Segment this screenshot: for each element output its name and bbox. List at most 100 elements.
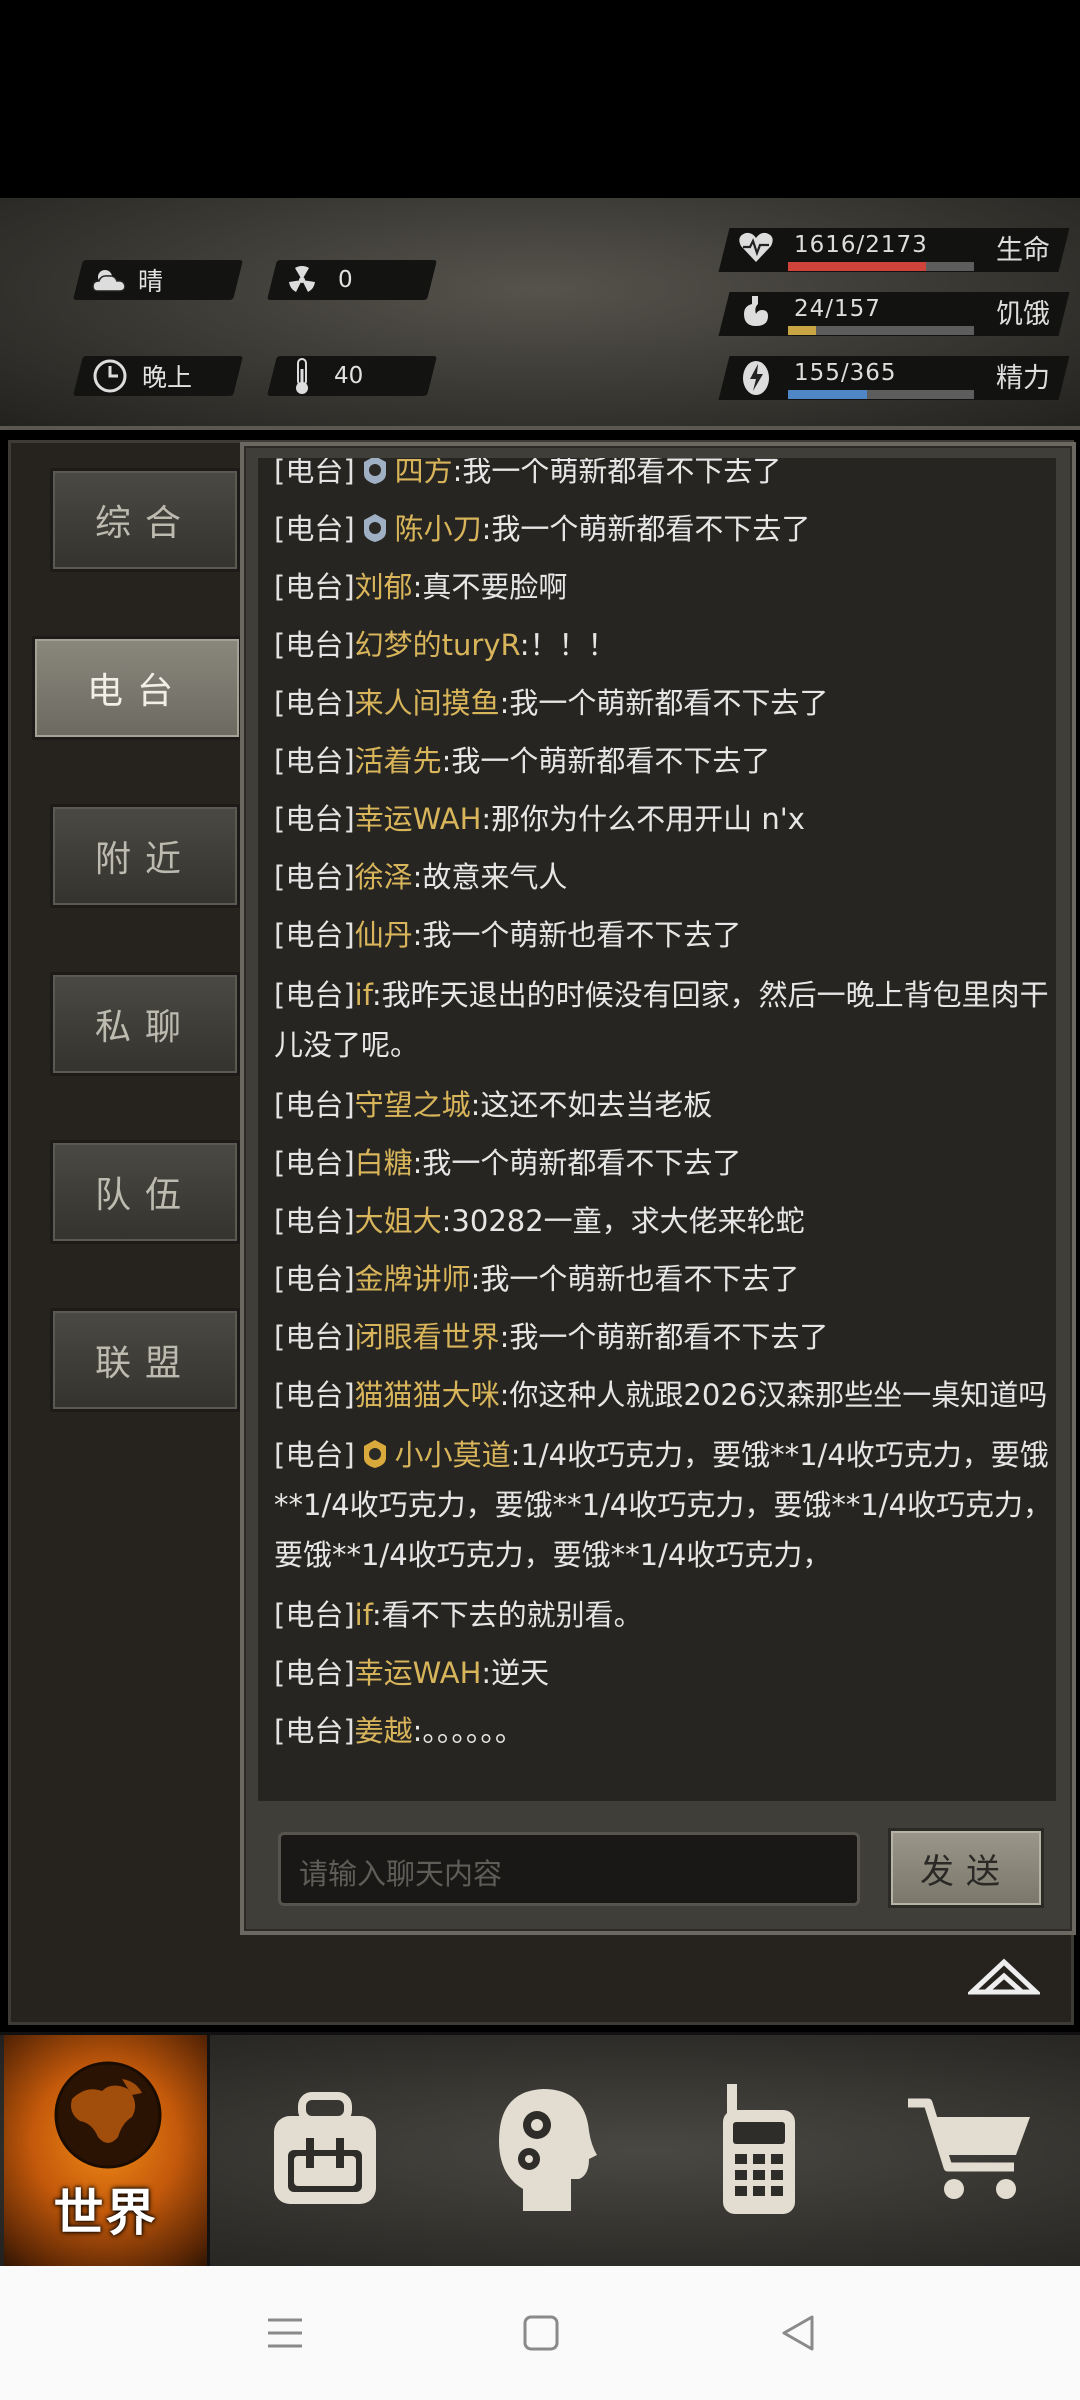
tab-private[interactable]: 私聊 [50, 972, 240, 1076]
message-channel: [电台] [274, 1598, 355, 1632]
nav-backpack[interactable] [220, 2035, 430, 2269]
globe-icon [52, 2059, 164, 2175]
chat-message: [电台]金牌讲师:我一个萌新也看不下去了 [274, 1250, 1054, 1308]
message-sender[interactable]: 幻梦的turyR [355, 628, 520, 662]
message-sender[interactable]: 活着先 [355, 744, 442, 778]
message-channel: [电台] [274, 744, 355, 778]
chat-message: [电台]徐泽:故意来气人 [274, 848, 1054, 906]
energy-fill [788, 390, 868, 399]
tab-nearby[interactable]: 附近 [50, 804, 240, 908]
collapse-up-icon[interactable] [965, 1952, 1043, 2002]
chat-message: [电台]姜越:。。。。。。 [274, 1702, 1054, 1760]
top-black-area [0, 0, 1080, 198]
health-bar: 1616/2173 生命 [718, 228, 1070, 272]
message-sender[interactable]: 来人间摸鱼 [355, 686, 500, 720]
message-sender[interactable]: 姜越 [355, 1714, 413, 1748]
message-text: :逆天 [481, 1656, 550, 1690]
stomach-icon [738, 294, 774, 330]
chat-message: [电台]幸运WAH:那你为什么不用开山 n'x [274, 790, 1054, 848]
message-sender[interactable]: 小小莫道 [395, 1438, 511, 1472]
message-sender[interactable]: if [355, 1598, 372, 1632]
nav-radio[interactable] [654, 2035, 864, 2269]
message-sender[interactable]: 刘郁 [355, 570, 413, 604]
bottom-navigation: 世界 [0, 2032, 1080, 2269]
nav-shop[interactable] [866, 2035, 1076, 2269]
menu-icon[interactable] [262, 2310, 308, 2356]
message-text: :那你为什么不用开山 n'x [481, 802, 805, 836]
message-channel: [电台] [274, 1262, 355, 1296]
send-button[interactable]: 发送 [888, 1828, 1044, 1908]
message-sender[interactable]: 陈小刀 [395, 512, 482, 546]
message-channel: [电台] [274, 686, 355, 720]
walkie-talkie-icon [717, 2082, 801, 2222]
silver-badge-icon [359, 505, 391, 542]
shopping-cart-icon [906, 2095, 1036, 2209]
message-channel: [电台] [274, 1714, 355, 1748]
chat-message: [电台] 陈小刀:我一个萌新都看不下去了 [274, 500, 1054, 558]
message-sender[interactable]: if [355, 978, 372, 1012]
message-channel: [电台] [274, 1204, 355, 1238]
cloud-sun-icon [88, 260, 132, 300]
hunger-bar: 24/157 饥饿 [718, 292, 1070, 336]
message-text: :你这种人就跟2026汉森那些坐一桌知道吗 [499, 1378, 1048, 1412]
health-value: 1616/2173 [794, 232, 928, 258]
message-channel: [电台] [274, 1656, 355, 1690]
tab-radio[interactable]: 电台 [32, 636, 242, 740]
message-sender[interactable]: 幸运WAH [355, 1656, 482, 1690]
hunger-fill [788, 326, 817, 335]
message-sender[interactable]: 幸运WAH [355, 802, 482, 836]
message-text: :。。。。。。 [412, 1714, 524, 1748]
nav-skills[interactable] [440, 2035, 650, 2269]
message-sender[interactable]: 仙丹 [355, 918, 413, 952]
message-channel: [电台] [274, 628, 355, 662]
message-channel: [电台] [274, 1438, 355, 1472]
chat-message: [电台]幻梦的turyR:！！！ [274, 616, 1054, 674]
nav-world-label: 世界 [53, 2184, 158, 2242]
message-sender[interactable]: 白糖 [355, 1146, 413, 1180]
energy-value: 155/365 [794, 360, 897, 386]
home-icon[interactable] [518, 2310, 564, 2356]
message-sender[interactable]: 四方 [395, 458, 453, 488]
radiation-value: 0 [338, 267, 353, 293]
chat-message: [电台] 小小莫道:1/4收巧克力，要饿**1/4收巧克力，要饿**1/4收巧克力… [274, 1424, 1054, 1586]
message-channel: [电台] [274, 1378, 355, 1412]
nav-world[interactable]: 世界 [4, 2035, 210, 2269]
message-sender[interactable]: 金牌讲师 [355, 1262, 471, 1296]
back-icon[interactable] [776, 2310, 822, 2356]
message-channel: [电台] [274, 512, 355, 546]
energy-bolt-icon [738, 358, 774, 395]
weather-value: 晴 [138, 267, 164, 296]
message-channel: [电台] [274, 1320, 355, 1354]
message-text: :故意来气人 [412, 860, 568, 894]
thermometer-icon [280, 356, 324, 396]
status-bar: 晴 0 晚上 40 1616/2173 生命 24/157 饥饿 155/365… [0, 198, 1080, 593]
message-channel: [电台] [274, 570, 355, 604]
message-sender[interactable]: 猫猫猫大咪 [355, 1378, 500, 1412]
message-sender[interactable]: 闭眼看世界 [355, 1320, 500, 1354]
chat-message: [电台]来人间摸鱼:我一个萌新都看不下去了 [274, 674, 1054, 732]
chat-message: [电台]仙丹:我一个萌新也看不下去了 [274, 906, 1054, 964]
message-sender[interactable]: 守望之城 [355, 1088, 471, 1122]
chat-message-list[interactable]: [电台] 四方:我一个萌新都看不下去了 [电台] 陈小刀:我一个萌新都看不下去了 [电台… [258, 458, 1056, 1801]
message-text: :我一个萌新都看不下去了 [499, 686, 829, 720]
chat-message: [电台]if:看不下去的就别看。 [274, 1586, 1054, 1644]
hunger-value: 24/157 [794, 296, 881, 322]
chat-message: [电台]守望之城:这还不如去当老板 [274, 1076, 1054, 1134]
tab-team[interactable]: 队伍 [50, 1140, 240, 1244]
backpack-icon [266, 2090, 384, 2214]
message-text: :30282一童，求大佬来轮蛇 [441, 1204, 805, 1238]
tab-general[interactable]: 综合 [50, 468, 240, 572]
message-sender[interactable]: 大姐大 [355, 1204, 442, 1238]
chat-input[interactable]: 请输入聊天内容 [278, 1832, 860, 1906]
energy-label: 精力 [996, 363, 1050, 394]
message-text: :这还不如去当老板 [470, 1088, 713, 1122]
chat-message: [电台]白糖:我一个萌新都看不下去了 [274, 1134, 1054, 1192]
system-navigation-bar [0, 2266, 1080, 2400]
chat-message: [电台]if:我昨天退出的时候没有回家，然后一晚上背包里肉干儿没了呢。 [274, 964, 1054, 1076]
hunger-label: 饥饿 [996, 299, 1050, 330]
silver-badge-icon [359, 458, 391, 484]
message-sender[interactable]: 徐泽 [355, 860, 413, 894]
chat-message: [电台]刘郁:真不要脸啊 [274, 558, 1054, 616]
tab-alliance[interactable]: 联盟 [50, 1308, 240, 1412]
chat-message: [电台]猫猫猫大咪:你这种人就跟2026汉森那些坐一桌知道吗 [274, 1366, 1054, 1424]
